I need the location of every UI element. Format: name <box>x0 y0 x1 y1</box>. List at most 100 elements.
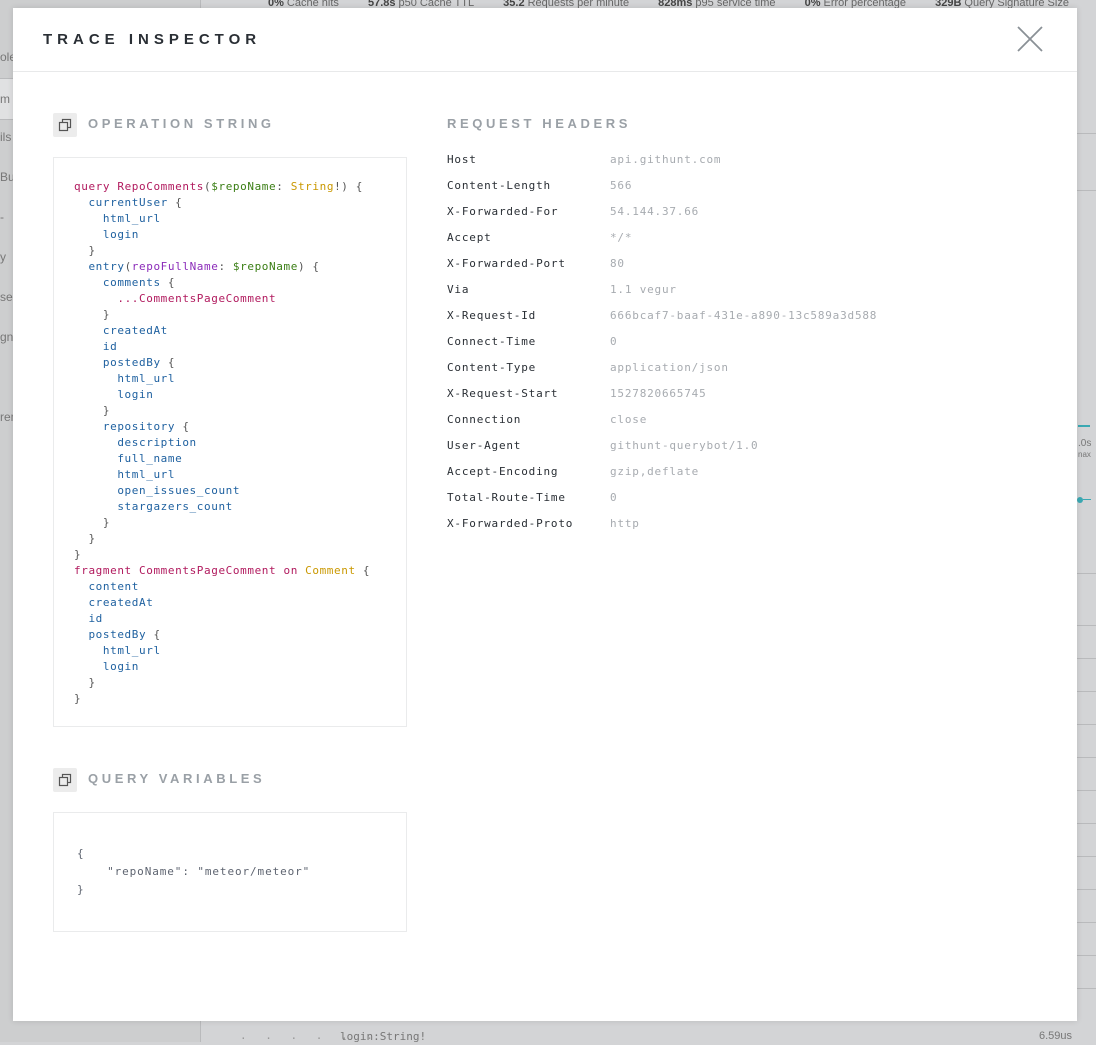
background-chart-line <box>1083 499 1091 500</box>
code-token-punctuation: } <box>74 676 96 689</box>
code-token-keyword: query <box>74 180 118 193</box>
code-token-field-name: login <box>74 660 140 673</box>
header-name: Via <box>447 283 470 296</box>
code-token-punctuation: } <box>74 548 82 561</box>
copy-operation-button[interactable] <box>53 113 77 137</box>
background-divider <box>1076 190 1096 191</box>
code-token-field-name: html_url <box>74 212 161 225</box>
code-token-type-name: String <box>290 180 335 193</box>
variables-code-box: { "repoName": "meteor/meteor" } <box>53 812 407 932</box>
header-value: gzip,deflate <box>610 465 700 478</box>
code-token-punctuation: } <box>74 532 96 545</box>
code-token-field-name: html_url <box>74 468 176 481</box>
background-divider <box>1076 856 1096 857</box>
background-divider <box>1076 823 1096 824</box>
header-name: User-Agent <box>447 439 522 452</box>
header-row: Connection close <box>447 413 1007 439</box>
header-value: application/json <box>610 361 729 374</box>
header-name: Content-Length <box>447 179 551 192</box>
code-token-definition-name: CommentsPageComment <box>139 564 277 577</box>
code-token-field-name: repository <box>74 420 176 433</box>
request-headers-title: REQUEST HEADERS <box>447 116 632 131</box>
code-token-punctuation: ( <box>124 260 132 273</box>
header-row: Total-Route-Time 0 <box>447 491 1007 517</box>
query-variables-title: QUERY VARIABLES <box>88 771 266 786</box>
code-token-punctuation <box>74 292 117 305</box>
code-token-punctuation: { <box>355 564 371 577</box>
code-token-punctuation: { <box>146 628 161 641</box>
header-row: Content-Length 566 <box>447 179 1007 205</box>
header-value: 1527820665745 <box>610 387 707 400</box>
operation-code-box: query RepoComments ($repoName: String!) {… <box>53 157 407 727</box>
code-token-field-name: full_name <box>74 452 183 465</box>
header-name: Connect-Time <box>447 335 537 348</box>
request-headers-list: Host api.githunt.com Content-Length 566 X-… <box>447 153 1007 543</box>
code-token-field-name: id <box>74 340 118 353</box>
code-token-type-name: Comment <box>305 564 356 577</box>
background-chart-point <box>1077 497 1083 503</box>
code-token-punctuation: : <box>276 180 291 193</box>
header-row: X-Forwarded-For 54.144.37.66 <box>447 205 1007 231</box>
background-trace-row: · · · · · · login:String! 6.59us <box>200 1022 1096 1045</box>
code-token-punctuation: ) { <box>297 260 320 273</box>
background-divider <box>1076 625 1096 626</box>
code-token-field-name: login <box>74 228 140 241</box>
background-divider <box>1076 922 1096 923</box>
background-divider <box>1076 573 1096 574</box>
operation-code: query RepoComments ($repoName: String!) {… <box>74 179 370 707</box>
operation-string-title: OPERATION STRING <box>88 116 275 131</box>
header-value: 0 <box>610 335 618 348</box>
trace-field-duration: 6.59us <box>1038 1030 1072 1042</box>
code-token-punctuation: } <box>74 244 96 257</box>
copy-icon <box>58 773 72 787</box>
code-token-field-name: description <box>74 436 197 449</box>
code-token-field-name: comments <box>74 276 161 289</box>
code-token-field-name: stargazers_count <box>74 500 233 513</box>
code-token-punctuation: { <box>175 420 190 433</box>
header-name: Accept <box>447 231 492 244</box>
background-divider <box>1076 955 1096 956</box>
header-value: 54.144.37.66 <box>610 205 700 218</box>
header-row: X-Forwarded-Port 80 <box>447 257 1007 283</box>
code-token-punctuation: } <box>74 404 111 417</box>
code-token-field-name: currentUser <box>74 196 168 209</box>
background-divider <box>1076 133 1096 134</box>
code-token-field-name: entry <box>74 260 125 273</box>
header-row: X-Request-Id 666bcaf7-baaf-431e-a890-13c5… <box>447 309 1007 335</box>
code-token-punctuation: } <box>74 692 82 705</box>
copy-icon <box>58 118 72 132</box>
close-button[interactable] <box>1016 25 1044 53</box>
code-token-field-name: createdAt <box>74 596 154 609</box>
code-token-field-name: id <box>74 612 103 625</box>
header-value: 666bcaf7-baaf-431e-a890-13c589a3d588 <box>610 309 878 322</box>
header-row: Accept */* <box>447 231 1007 257</box>
header-value: 1.1 vegur <box>610 283 677 296</box>
modal-title: TRACE INSPECTOR <box>43 31 262 48</box>
code-token-definition-name: RepoComments <box>117 180 205 193</box>
header-name: X-Forwarded-Proto <box>447 517 574 530</box>
header-row: Content-Type application/json <box>447 361 1007 387</box>
code-token-field-name: content <box>74 580 140 593</box>
header-name: X-Request-Start <box>447 387 559 400</box>
modal-header: TRACE INSPECTOR <box>13 8 1077 72</box>
code-token-field-name: open_issues_count <box>74 484 241 497</box>
background-divider <box>1076 724 1096 725</box>
code-token-argument-name: repoFullName <box>131 260 219 273</box>
code-token-keyword: on <box>276 564 306 577</box>
code-token-field-name: login <box>74 388 154 401</box>
code-token-field-name: createdAt <box>74 324 168 337</box>
background-divider <box>1076 889 1096 890</box>
background-divider <box>1076 691 1096 692</box>
code-token-keyword: fragment <box>74 564 140 577</box>
header-row: X-Forwarded-Proto http <box>447 517 1007 543</box>
header-row: Host api.githunt.com <box>447 153 1007 179</box>
code-token-punctuation: } <box>74 516 111 529</box>
header-value: 80 <box>610 257 625 270</box>
background-divider <box>1076 757 1096 758</box>
header-name: Accept-Encoding <box>447 465 559 478</box>
copy-variables-button[interactable] <box>53 768 77 792</box>
header-row: Via 1.1 vegur <box>447 283 1007 309</box>
background-divider <box>1076 790 1096 791</box>
code-token-variable: $repoName <box>232 260 298 273</box>
trace-field-name: login:String! <box>340 1030 427 1043</box>
